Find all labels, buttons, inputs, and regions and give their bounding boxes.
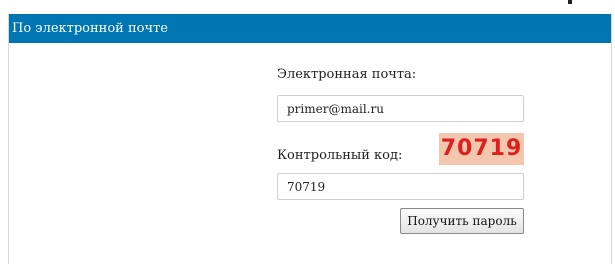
top-strip [0, 0, 615, 14]
email-label: Электронная почта: [277, 67, 417, 82]
email-recovery-panel: По электронной почте Электронная почта: … [8, 14, 612, 264]
code-label: Контрольный код: [277, 148, 403, 163]
code-input[interactable] [277, 173, 524, 200]
panel-header: По электронной почте [9, 14, 611, 43]
get-password-button[interactable]: Получить пароль [400, 208, 524, 234]
top-edge-mark [568, 0, 572, 4]
captcha-image: 70719 [439, 133, 524, 165]
email-input[interactable] [277, 95, 524, 122]
